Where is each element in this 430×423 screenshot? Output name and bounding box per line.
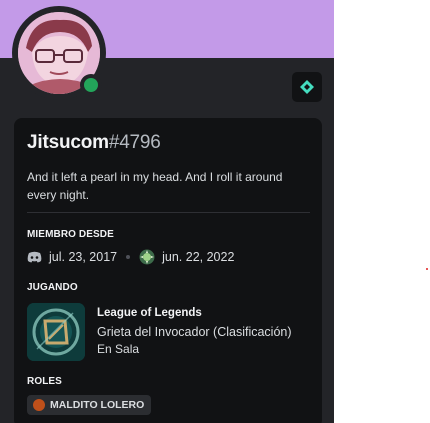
username-text: Jitsucom: [27, 132, 109, 153]
separator-dot: [126, 255, 131, 259]
user-profile-popout: Jitsucom#4796 And it left a pearl in my …: [0, 0, 334, 423]
game-details: Grieta del Invocador (Clasificación): [97, 325, 292, 339]
member-since-heading: MIEMBRO DESDE: [27, 229, 114, 240]
profile-info-card: Jitsucom#4796 And it left a pearl in my …: [14, 118, 322, 423]
about-me-text: And it left a pearl in my head. And I ro…: [27, 170, 283, 202]
avatar-frame: [12, 6, 106, 100]
discriminator: #4796: [108, 132, 161, 153]
server-icon[interactable]: [139, 249, 155, 265]
role-pill[interactable]: MALDITO LOLERO: [27, 395, 152, 415]
league-of-legends-icon: [27, 303, 85, 361]
discord-logo-icon: [27, 251, 42, 263]
game-activity: League of Legends Grieta del Invocador (…: [27, 303, 312, 363]
hypesquad-balance-icon[interactable]: [292, 72, 322, 102]
role-color-dot: [33, 399, 45, 411]
divider: [27, 212, 310, 213]
online-status-indicator: [80, 74, 102, 96]
roles-heading: ROLES: [27, 376, 62, 387]
role-name: MALDITO LOLERO: [50, 399, 145, 411]
discord-join-date: jul. 23, 2017: [49, 250, 118, 264]
profile-username[interactable]: Jitsucom#4796: [27, 132, 161, 154]
member-since-row: jul. 23, 2017 jun. 22, 2022: [27, 248, 234, 266]
playing-heading: JUGANDO: [27, 282, 78, 293]
server-join-date: jun. 22, 2022: [162, 250, 235, 264]
game-state: En Sala: [97, 342, 140, 356]
game-name: League of Legends: [97, 307, 202, 319]
marker-dot: [426, 268, 428, 270]
